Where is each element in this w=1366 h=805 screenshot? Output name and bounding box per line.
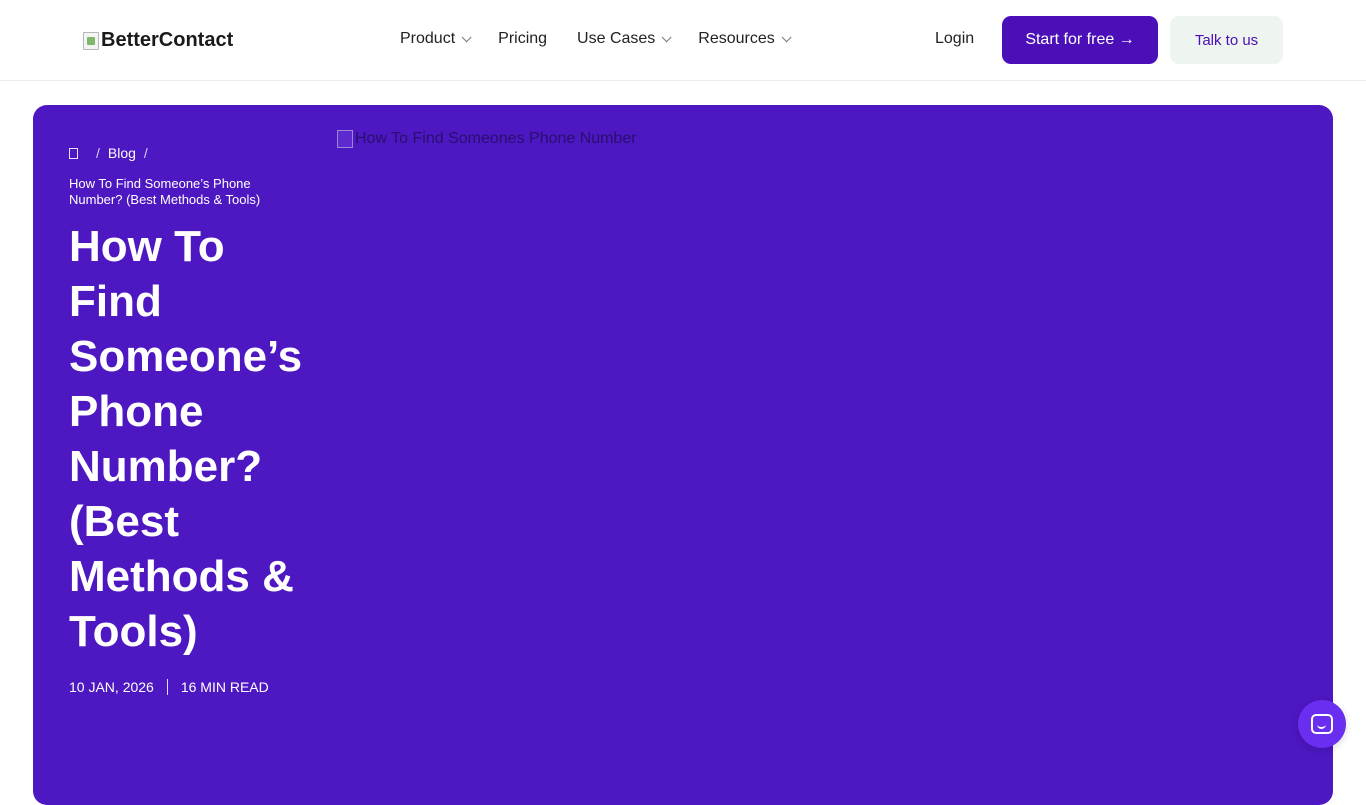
- chevron-down-icon: [781, 31, 792, 42]
- nav-item-label: Use Cases: [577, 30, 656, 47]
- chevron-down-icon: [461, 31, 472, 42]
- breadcrumb-blog-link[interactable]: Blog: [108, 145, 136, 161]
- breadcrumb-current: How To Find Someone’s Phone Number? (Bes…: [69, 176, 261, 207]
- read-time: 16 MIN READ: [180, 679, 269, 695]
- breadcrumb-separator: /: [96, 145, 100, 161]
- home-icon[interactable]: [69, 147, 78, 159]
- chat-launcher-button[interactable]: [1298, 700, 1346, 748]
- breadcrumb: / Blog /: [69, 145, 156, 161]
- nav-item-product[interactable]: Product: [400, 30, 472, 48]
- logo-text: BetterContact: [101, 29, 234, 51]
- login-link[interactable]: Login: [935, 30, 974, 48]
- talk-to-us-button[interactable]: Talk to us: [1170, 16, 1283, 64]
- breadcrumb-separator: /: [143, 145, 148, 161]
- start-for-free-button[interactable]: Start for free →: [1002, 16, 1158, 64]
- nav-item-label: Resources: [698, 30, 775, 47]
- nav-item-resources[interactable]: Resources: [698, 30, 792, 48]
- main-nav: Product Pricing Use Cases Resources: [400, 30, 818, 48]
- chat-icon: [1311, 714, 1333, 734]
- post-date: 10 JAN, 2026: [69, 679, 154, 695]
- post-meta: 10 JAN, 2026 16 MIN READ: [69, 679, 269, 695]
- logo-image-icon: [83, 31, 99, 50]
- nav-item-label: Product: [400, 30, 456, 47]
- nav-item-use-cases[interactable]: Use Cases: [577, 30, 672, 48]
- broken-image-icon: [337, 130, 353, 148]
- hero-image-alt: How To Find Someones Phone Number: [355, 130, 637, 147]
- page-title: How To Find Someone’s Phone Number? (Bes…: [69, 222, 303, 656]
- chevron-down-icon: [661, 31, 672, 42]
- hero-card: / Blog / How To Find Someone’s Phone Num…: [33, 105, 1333, 805]
- meta-divider: [166, 679, 168, 695]
- nav-item-pricing[interactable]: Pricing: [498, 30, 547, 48]
- site-header: BetterContact Product Pricing Use Cases …: [0, 0, 1366, 81]
- hero-image: How To Find Someones Phone Number: [337, 130, 637, 148]
- logo[interactable]: BetterContact: [83, 29, 233, 52]
- nav-item-label: Pricing: [498, 30, 548, 47]
